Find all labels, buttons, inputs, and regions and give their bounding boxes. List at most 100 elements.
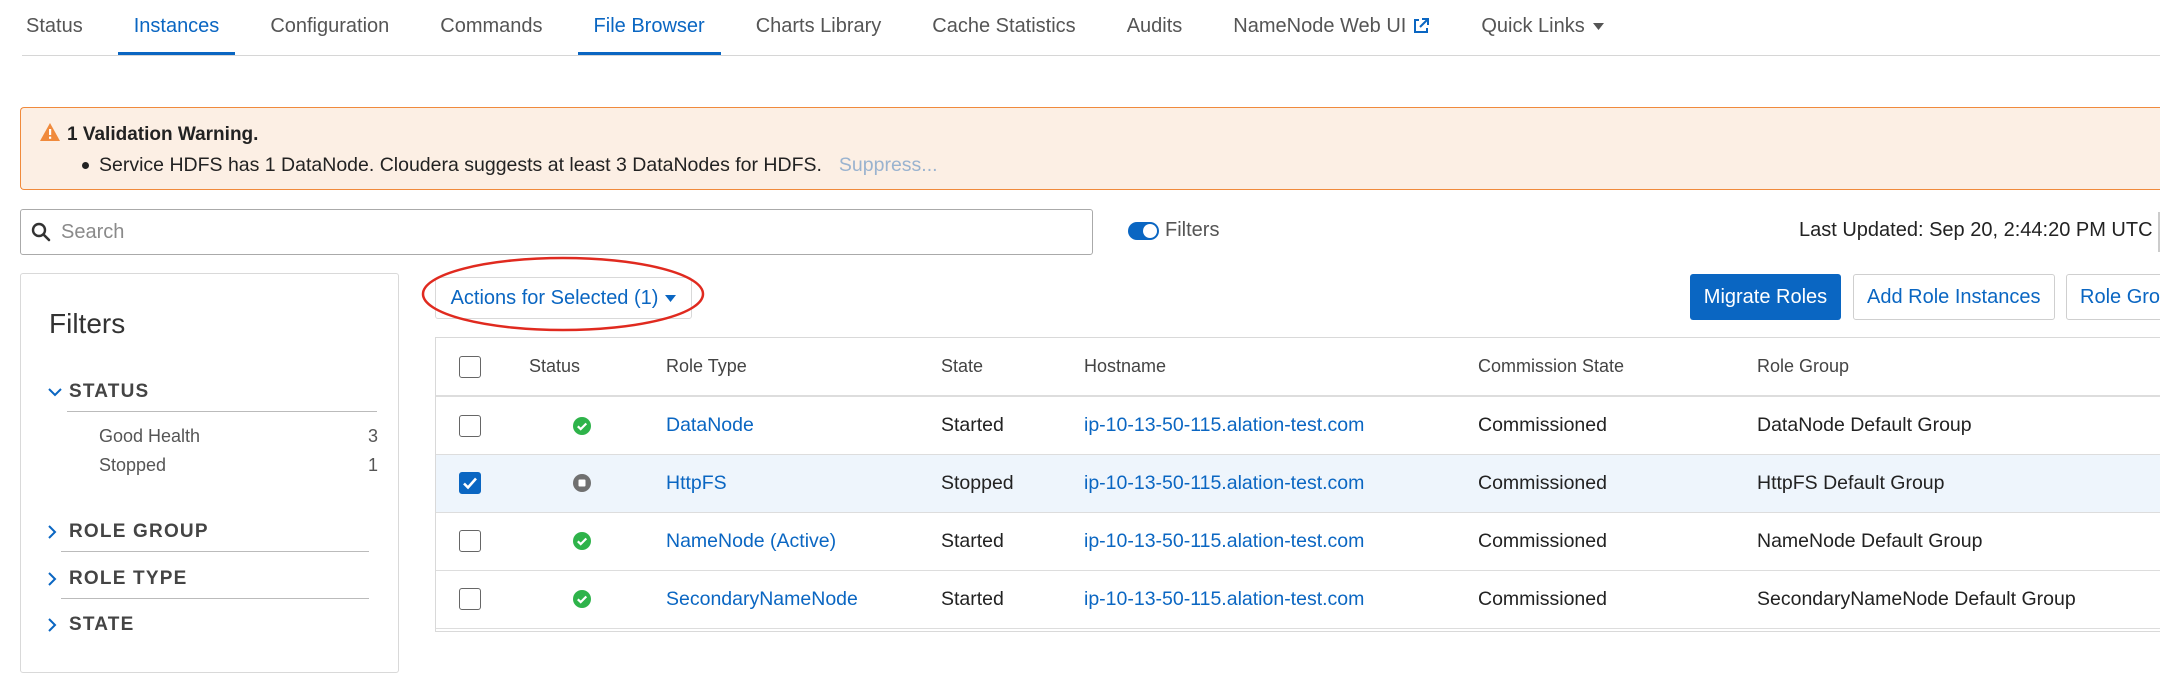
row-checkbox[interactable] <box>459 472 481 495</box>
chevron-right-icon <box>47 524 67 540</box>
filter-section-header[interactable]: STATE <box>47 614 369 636</box>
role-type-link[interactable]: HttpFS <box>666 454 941 512</box>
filter-section-label: ROLE TYPE <box>69 568 188 589</box>
role-group-cell: DataNode Default Group <box>1757 413 1972 436</box>
service-tabs: Status Instances Configuration Commands … <box>22 0 2160 56</box>
warning-title: 1 Validation Warning. <box>67 123 259 145</box>
tab-label: Audits <box>1126 14 1183 37</box>
filter-section-state: STATE <box>47 614 369 636</box>
suppress-link[interactable]: Suppress... <box>839 154 938 177</box>
caret-down-icon <box>1592 22 1604 30</box>
search-box <box>20 209 1093 255</box>
row-checkbox[interactable] <box>459 588 481 611</box>
column-header-hostname[interactable]: Hostname <box>1084 338 1478 396</box>
tab-label: File Browser <box>593 14 705 37</box>
filter-section-header[interactable]: ROLE TYPE <box>47 568 369 590</box>
column-header-role-group[interactable]: Role Group <box>1757 338 2160 396</box>
tab-file-browser[interactable]: File Browser <box>577 0 721 55</box>
filters-toggle[interactable]: Filters <box>1128 219 1219 242</box>
filter-item-count: 1 <box>367 455 378 475</box>
tab-charts-library[interactable]: Charts Library <box>740 0 898 55</box>
row-checkbox[interactable] <box>459 530 481 553</box>
commission-state-cell: Commissioned <box>1478 529 1607 552</box>
filter-section-role-group: ROLE GROUP <box>47 521 369 552</box>
migrate-roles-button[interactable]: Migrate Roles <box>1690 274 1841 320</box>
tab-audits[interactable]: Audits <box>1111 0 1199 55</box>
good-health-icon <box>573 416 591 435</box>
hostname-link[interactable]: ip-10-13-50-115.alation-test.com <box>1084 570 1478 628</box>
role-group-cell: NameNode Default Group <box>1757 529 1983 552</box>
tab-instances[interactable]: Instances <box>117 0 236 55</box>
validation-warning: 1 Validation Warning. Service HDFS has 1… <box>20 107 2160 190</box>
hostname-link[interactable]: ip-10-13-50-115.alation-test.com <box>1084 454 1478 512</box>
filter-item-label: Stopped <box>99 455 167 475</box>
actions-for-selected-button[interactable]: Actions for Selected (1) <box>435 277 692 319</box>
stopped-status-icon <box>573 474 591 493</box>
bullet <box>82 162 89 169</box>
filters-panel-title: Filters <box>49 308 126 339</box>
row-checkbox[interactable] <box>459 414 481 437</box>
tab-label: Commands <box>440 14 543 37</box>
filters-panel: Filters STATUS Good Health 3 Stopped 1 R… <box>20 273 399 673</box>
tab-namenode-web-ui[interactable]: NameNode Web UI <box>1217 0 1446 55</box>
filter-section-header[interactable]: STATUS <box>47 381 377 403</box>
hostname-link[interactable]: ip-10-13-50-115.alation-test.com <box>1084 512 1478 570</box>
filter-section-label: STATUS <box>69 381 150 402</box>
search-icon <box>31 222 51 242</box>
actions-button-label: Actions for Selected (1) <box>450 286 659 309</box>
role-group-cell: HttpFS Default Group <box>1757 471 1945 494</box>
column-header-status[interactable]: Status <box>529 338 666 396</box>
chevron-right-icon <box>47 617 67 633</box>
filters-toggle-label: Filters <box>1165 219 1220 241</box>
tab-label: NameNode Web UI <box>1233 14 1407 37</box>
role-group-cell: SecondaryNameNode Default Group <box>1757 587 2076 610</box>
column-header-role-type[interactable]: Role Type <box>666 338 941 396</box>
good-health-icon <box>573 590 591 609</box>
checkmark-icon <box>463 477 477 490</box>
section-rule <box>61 598 369 599</box>
tab-configuration[interactable]: Configuration <box>254 0 405 55</box>
table-row: NameNode (Active) Started ip-10-13-50-11… <box>436 512 2160 570</box>
state-cell: Started <box>941 529 1004 552</box>
tab-quick-links[interactable]: Quick Links <box>1465 0 1619 55</box>
chevron-right-icon <box>47 571 67 587</box>
toggle-switch[interactable] <box>1128 221 1159 240</box>
role-groups-button[interactable]: Role Groups <box>2066 274 2160 320</box>
filter-section-status: STATUS Good Health 3 Stopped 1 <box>47 381 378 480</box>
filter-item-stopped[interactable]: Stopped 1 <box>99 451 378 480</box>
tab-label: Status <box>26 14 83 37</box>
state-cell: Started <box>941 587 1004 610</box>
role-type-link[interactable]: SecondaryNameNode <box>666 570 941 628</box>
role-type-link[interactable]: NameNode (Active) <box>666 512 941 570</box>
add-role-instances-button[interactable]: Add Role Instances <box>1853 274 2055 320</box>
warning-message: Service HDFS has 1 DataNode. Cloudera su… <box>99 154 822 176</box>
tab-label: Quick Links <box>1481 14 1585 37</box>
caret-down-icon <box>665 294 677 302</box>
select-all-checkbox[interactable] <box>459 355 481 378</box>
search-input[interactable] <box>59 219 1043 245</box>
filter-section-label: ROLE GROUP <box>69 521 209 542</box>
role-type-link[interactable]: DataNode <box>666 396 941 454</box>
hostname-link[interactable]: ip-10-13-50-115.alation-test.com <box>1084 396 1478 454</box>
tab-commands[interactable]: Commands <box>424 0 558 55</box>
commission-state-cell: Commissioned <box>1478 413 1607 436</box>
state-cell: Started <box>941 413 1004 436</box>
role-instances-table: Status Role Type State Hostname Commissi… <box>435 337 2160 632</box>
tab-label: Configuration <box>270 14 390 37</box>
good-health-icon <box>573 532 591 551</box>
tab-status[interactable]: Status <box>22 0 99 55</box>
tab-cache-statistics[interactable]: Cache Statistics <box>916 0 1091 55</box>
column-header-state[interactable]: State <box>941 338 1084 396</box>
filter-item-good-health[interactable]: Good Health 3 <box>99 422 378 451</box>
filter-item-count: 3 <box>367 426 378 446</box>
filter-section-label: STATE <box>69 614 135 635</box>
table-row: DataNode Started ip-10-13-50-115.alation… <box>436 396 2160 454</box>
tab-label: Charts Library <box>755 14 882 37</box>
tab-label: Instances <box>133 14 220 37</box>
table-row: HttpFS Stopped ip-10-13-50-115.alation-t… <box>436 454 2160 512</box>
column-header-commission-state[interactable]: Commission State <box>1478 338 1757 396</box>
filter-section-role-type: ROLE TYPE <box>47 568 369 599</box>
commission-state-cell: Commissioned <box>1478 587 1607 610</box>
filter-section-header[interactable]: ROLE GROUP <box>47 521 369 543</box>
section-rule <box>61 551 369 552</box>
